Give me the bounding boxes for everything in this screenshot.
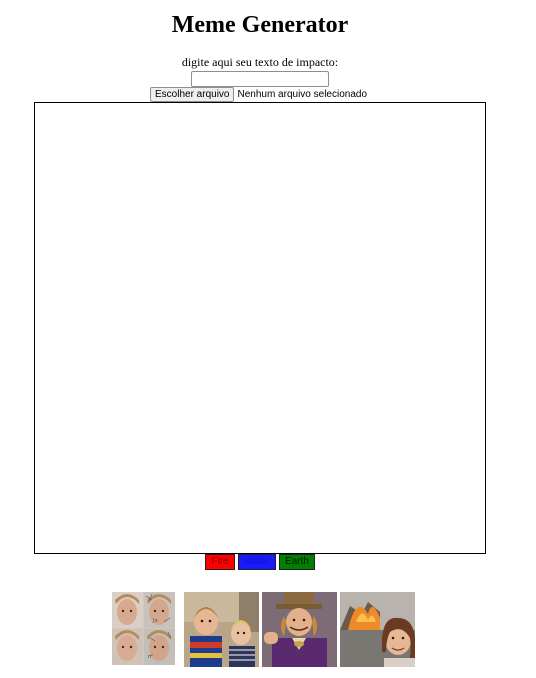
willy-wonka-meme-thumbnail[interactable] xyxy=(262,592,337,667)
two-kids-meme-thumbnail[interactable] xyxy=(184,592,259,667)
file-picker: Escolher arquivo Nenhum arquivo selecion… xyxy=(150,87,367,102)
water-color-button[interactable]: Water xyxy=(238,554,276,570)
text-prompt-label: digite aqui seu texto de impacto: xyxy=(181,55,339,69)
fire-color-button[interactable]: Fire xyxy=(205,554,235,570)
meme-canvas[interactable] xyxy=(34,102,486,554)
color-button-group: Fire Water Earth xyxy=(205,554,318,570)
svg-text:π²: π² xyxy=(148,654,153,660)
choose-file-button[interactable]: Escolher arquivo xyxy=(150,87,235,102)
file-status-text: Nenhum arquivo selecionado xyxy=(237,89,368,100)
earth-color-button[interactable]: Earth xyxy=(279,554,315,570)
page-title: Meme Generator xyxy=(171,12,349,38)
meme-text-input[interactable] xyxy=(191,71,329,87)
four-panel-face-meme-thumbnail[interactable]: ∫x π² xyxy=(112,592,175,665)
svg-text:∫x: ∫x xyxy=(152,618,158,624)
disaster-girl-meme-thumbnail[interactable] xyxy=(340,592,415,667)
